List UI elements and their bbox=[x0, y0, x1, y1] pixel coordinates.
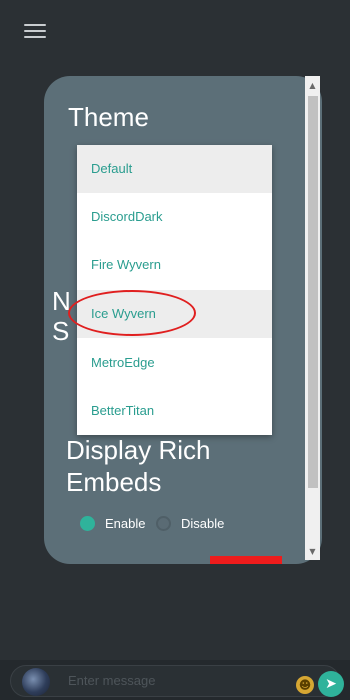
theme-title: Theme bbox=[68, 102, 149, 132]
send-icon[interactable]: ➤ bbox=[318, 671, 344, 697]
theme-option-discorddark[interactable]: DiscordDark bbox=[77, 193, 272, 241]
theme-option-metroedge[interactable]: MetroEdge bbox=[77, 339, 272, 387]
scroll-up-arrow-icon[interactable]: ▲ bbox=[305, 78, 320, 94]
theme-dropdown-list: Default DiscordDark Fire Wyvern Ice Wyve… bbox=[77, 145, 272, 435]
theme-option-default[interactable]: Default bbox=[77, 145, 272, 193]
hamburger-menu-icon[interactable] bbox=[24, 24, 46, 42]
rich-embeds-title: Display Rich Embeds bbox=[66, 435, 211, 497]
radio-unselected-icon[interactable] bbox=[156, 516, 171, 531]
message-input[interactable] bbox=[68, 670, 288, 690]
radio-selected-icon[interactable] bbox=[80, 516, 95, 531]
disable-label: Disable bbox=[181, 516, 225, 531]
red-highlight-bar bbox=[210, 556, 282, 564]
user-avatar[interactable] bbox=[22, 668, 50, 696]
scrollbar-thumb[interactable] bbox=[308, 96, 318, 488]
enable-label: Enable bbox=[105, 516, 146, 531]
disable-radio-option[interactable]: Disable bbox=[156, 516, 224, 531]
scroll-down-arrow-icon[interactable]: ▼ bbox=[305, 544, 320, 560]
theme-option-bettertitan[interactable]: BetterTitan bbox=[77, 387, 272, 435]
enable-radio-option[interactable]: Enable bbox=[80, 516, 145, 531]
highlight-ellipse bbox=[68, 290, 196, 336]
theme-option-fire-wyvern[interactable]: Fire Wyvern bbox=[77, 241, 272, 289]
emoji-icon[interactable]: ☻ bbox=[296, 676, 314, 694]
